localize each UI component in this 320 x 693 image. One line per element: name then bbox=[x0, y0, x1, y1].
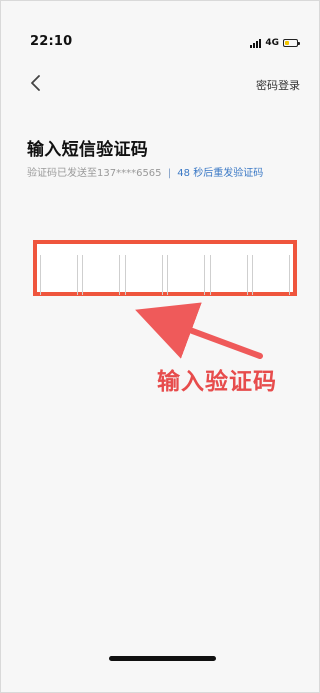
signal-icon bbox=[250, 38, 262, 48]
code-input[interactable] bbox=[40, 255, 290, 295]
sent-to-label: 验证码已发送至 bbox=[27, 168, 97, 179]
page-title: 输入短信验证码 bbox=[27, 140, 149, 160]
annotation-label: 输入验证码 bbox=[157, 369, 277, 395]
battery-fill bbox=[285, 41, 289, 45]
status-time: 22:10 bbox=[30, 34, 73, 49]
network-label: 4G bbox=[265, 38, 279, 48]
home-indicator bbox=[109, 656, 216, 661]
masked-phone: 137****6565 bbox=[97, 168, 162, 179]
sms-subtitle: 验证码已发送至137****6565 | 48 秒后重发验证码 bbox=[27, 164, 263, 179]
code-slot-5[interactable] bbox=[209, 255, 248, 295]
separator: | bbox=[167, 168, 172, 179]
status-indicators: 4G bbox=[250, 37, 300, 49]
code-slot-6[interactable] bbox=[251, 255, 290, 295]
code-slot-1[interactable] bbox=[40, 255, 78, 295]
chevron-left-icon bbox=[31, 75, 40, 91]
annotation-arrow-icon bbox=[135, 302, 263, 359]
code-slot-3[interactable] bbox=[124, 255, 163, 295]
password-login-link[interactable]: 密码登录 bbox=[256, 77, 300, 93]
code-slot-2[interactable] bbox=[82, 255, 121, 295]
back-button[interactable] bbox=[26, 73, 46, 93]
code-slot-4[interactable] bbox=[167, 255, 206, 295]
resend-countdown[interactable]: 48 秒后重发验证码 bbox=[177, 168, 263, 179]
status-bar: 22:10 4G bbox=[0, 0, 320, 84]
battery-icon bbox=[283, 39, 300, 47]
